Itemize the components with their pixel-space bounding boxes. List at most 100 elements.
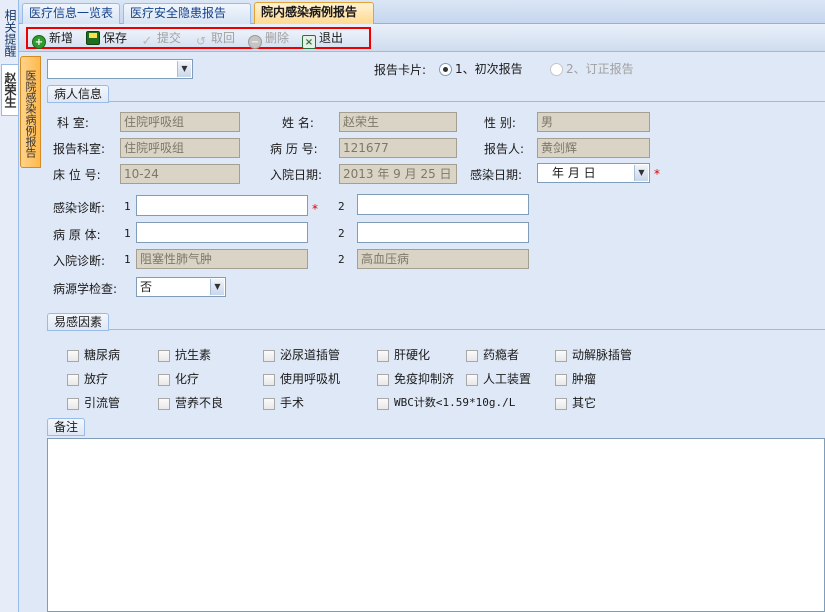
tab-medical-info[interactable]: 医疗信息一览表	[22, 3, 120, 24]
add-label: 新增	[49, 31, 74, 45]
left-strip: 相关提醒 赵荣生	[0, 0, 19, 612]
infection-diagnosis-2[interactable]	[357, 194, 529, 215]
risk-label: 化疗	[175, 372, 200, 386]
risk-checkbox[interactable]	[555, 374, 567, 386]
pathogen-1[interactable]	[136, 222, 308, 243]
chevron-down-icon: ▼	[634, 165, 648, 181]
retract-button[interactable]: ↺ 取回	[194, 29, 236, 48]
retract-icon: ↺	[195, 34, 207, 48]
risk-label: 营养不良	[175, 396, 224, 410]
admit-date-field: 2013 年 9 月 25 日	[339, 164, 457, 184]
tab-infection-report[interactable]: 院内感染病例报告	[254, 2, 374, 24]
risk-label: 肿瘤	[572, 372, 597, 386]
remarks-textarea[interactable]	[47, 438, 825, 612]
risk-label: 使用呼吸机	[280, 372, 341, 386]
risk-label: 抗生素	[175, 348, 212, 362]
risk-label: 人工装置	[483, 372, 532, 386]
patient-tab[interactable]: 赵荣生	[1, 64, 18, 116]
admission-diagnosis-label: 入院诊断:	[53, 254, 106, 268]
related-reminder-tab[interactable]: 相关提醒	[1, 4, 18, 62]
tab-safety-report[interactable]: 医疗安全隐患报告	[123, 3, 251, 24]
risk-divider	[47, 329, 825, 330]
diag-index-2: 2	[338, 200, 345, 213]
reporter-label: 报告人:	[484, 142, 525, 156]
infection-date-value: 年 月 日	[552, 166, 596, 180]
submit-label: 提交	[157, 31, 182, 45]
risk-label: 引流管	[84, 396, 121, 410]
risk-label: 糖尿病	[84, 348, 121, 362]
exit-label: 退出	[319, 31, 344, 45]
delete-button[interactable]: − 删除	[248, 29, 290, 49]
exit-icon: ×	[302, 35, 316, 49]
risk-label: 免疫抑制济	[394, 372, 455, 386]
risk-label: 药瘾者	[483, 348, 520, 362]
report-dept-field: 住院呼吸组	[120, 138, 240, 158]
save-button[interactable]: 保存	[86, 29, 127, 47]
gender-label: 性 别:	[484, 116, 516, 130]
bed-field: 10-24	[120, 164, 240, 184]
etiology-select[interactable]: 否 ▼	[136, 277, 226, 297]
risk-checkbox[interactable]	[158, 398, 170, 410]
gender-field: 男	[537, 112, 650, 132]
risk-checkbox[interactable]	[377, 398, 389, 410]
chevron-down-icon: ▼	[210, 279, 224, 295]
reporter-field: 黄剑辉	[537, 138, 650, 158]
risk-checkbox[interactable]	[67, 350, 79, 362]
radio-initial-label: 1、初次报告	[455, 62, 523, 76]
risk-label: 手术	[280, 396, 305, 410]
risk-checkbox[interactable]	[466, 350, 478, 362]
risk-label: 肝硬化	[394, 348, 431, 362]
pathogen-label: 病 原 体:	[53, 228, 101, 242]
patient-divider	[47, 101, 825, 102]
admission-diagnosis-1: 阻塞性肺气肿	[136, 249, 308, 269]
dept-field: 住院呼吸组	[120, 112, 240, 132]
top-select[interactable]: ▼	[47, 59, 193, 79]
risk-checkbox[interactable]	[263, 374, 275, 386]
submit-button[interactable]: ✓ 提交	[140, 29, 182, 49]
risk-section-title: 易感因素	[47, 313, 110, 331]
radio-correction-report[interactable]	[550, 63, 563, 76]
radio-initial-report[interactable]	[439, 63, 452, 76]
remarks-section-title: 备注	[47, 418, 86, 436]
report-card-label: 报告卡片:	[374, 63, 427, 77]
exit-button[interactable]: × 退出	[302, 29, 344, 49]
risk-label: 泌尿道插管	[280, 348, 341, 362]
report-dept-label: 报告科室:	[53, 142, 106, 156]
infection-date-label: 感染日期:	[470, 168, 523, 182]
infection-report-side-tab[interactable]: 医院感染病例报告	[20, 56, 41, 168]
admit-date-label: 入院日期:	[270, 168, 323, 182]
risk-checkbox[interactable]	[377, 350, 389, 362]
record-no-field: 121677	[339, 138, 457, 158]
chevron-down-icon: ▼	[177, 61, 191, 77]
admission-diagnosis-2: 高血压病	[357, 249, 529, 269]
bed-label: 床 位 号:	[53, 168, 101, 182]
risk-checkbox[interactable]	[555, 350, 567, 362]
path-index-1: 1	[124, 227, 131, 240]
risk-checkbox[interactable]	[67, 374, 79, 386]
risk-checkbox[interactable]	[555, 398, 567, 410]
submit-icon: ✓	[141, 34, 153, 49]
etiology-label: 病源学检查:	[53, 282, 118, 296]
risk-checkbox[interactable]	[263, 350, 275, 362]
infection-date-picker[interactable]: 年 月 日 ▼	[537, 163, 650, 183]
risk-label: 动解脉插管	[572, 348, 633, 362]
risk-checkbox[interactable]	[377, 374, 389, 386]
risk-checkbox[interactable]	[67, 398, 79, 410]
risk-checkbox[interactable]	[158, 374, 170, 386]
ad-index-2: 2	[338, 253, 345, 266]
add-button[interactable]: + 新增	[32, 29, 74, 49]
name-label: 姓 名:	[282, 116, 314, 130]
retract-label: 取回	[211, 31, 236, 45]
radio-correction-label: 2、订正报告	[566, 62, 634, 76]
delete-icon: −	[248, 35, 262, 49]
infection-diagnosis-1[interactable]	[136, 195, 308, 216]
toolbar: + 新增 保存 ✓ 提交 ↺ 取回 − 删除 × 退出	[19, 24, 825, 52]
pathogen-2[interactable]	[357, 222, 529, 243]
required-star: *	[312, 202, 318, 216]
infection-diagnosis-label: 感染诊断:	[53, 201, 106, 215]
risk-checkbox[interactable]	[263, 398, 275, 410]
risk-checkbox[interactable]	[466, 374, 478, 386]
diag-index-1: 1	[124, 200, 131, 213]
delete-label: 删除	[265, 31, 290, 45]
risk-checkbox[interactable]	[158, 350, 170, 362]
